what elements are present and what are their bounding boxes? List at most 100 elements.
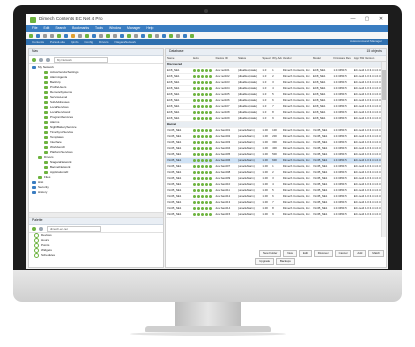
breadcrumb-item[interactable]: Config — [84, 40, 93, 44]
cell-status: {unackAlarm} — [238, 177, 255, 180]
palette-close-icon[interactable] — [39, 226, 43, 231]
status-dot-icon — [193, 159, 197, 162]
status-dot-icon — [193, 93, 197, 96]
add-button[interactable]: Add — [353, 250, 367, 257]
breadcrumb-view-name: Autocommand Manager — [349, 39, 382, 43]
toolbar-tool-icon[interactable] — [190, 33, 194, 38]
breadcrumb-item[interactable]: Ipinfo — [71, 40, 78, 44]
breadcrumb: Contents Pursuit-site Ipinfo Config Drivers N… — [26, 39, 388, 45]
cell-name: VLCB_NE1 — [167, 141, 182, 144]
toolbar-tool-icon[interactable] — [50, 33, 54, 38]
cell-status: {disabled,stale} — [238, 99, 258, 102]
breadcrumb-item[interactable]: Contents — [32, 40, 44, 44]
status-dot-icon — [197, 153, 201, 156]
table-row[interactable]: VLCB_NE1 dev:bac215 {unackAlarm} 1.00 9 Dimec… — [166, 212, 386, 218]
cancel-button[interactable]: Cancel — [334, 250, 352, 257]
forward-icon[interactable] — [39, 57, 43, 62]
toolbar-tool-icon[interactable] — [155, 33, 159, 38]
table-vertical-scrollbar[interactable] — [381, 62, 386, 237]
toolbar-tool-icon[interactable] — [92, 33, 96, 38]
column-header[interactable]: Device ID — [215, 57, 237, 60]
toolbar-tool-icon[interactable] — [120, 33, 124, 38]
refresh-icon[interactable] — [46, 57, 50, 62]
toolbar-tool-icon[interactable] — [78, 33, 82, 38]
back-icon[interactable] — [32, 57, 36, 62]
toolbar-tool-icon[interactable] — [162, 33, 166, 38]
cell-model: VLCB_NE1 — [313, 213, 328, 216]
palette-item[interactable]: Schedules — [29, 253, 163, 258]
toolbar-tool-icon[interactable] — [64, 33, 68, 38]
cell-speed: 1.00 — [262, 159, 268, 162]
column-header[interactable]: Exts — [192, 57, 214, 60]
menu-item-file[interactable]: File — [32, 26, 37, 30]
backups-button[interactable]: Backups — [276, 258, 295, 265]
new-button[interactable]: New — [283, 250, 297, 257]
toolbar-tool-icon[interactable] — [29, 33, 33, 38]
upgrade-button[interactable]: Upgrade — [255, 258, 274, 265]
column-header[interactable]: Name — [166, 57, 192, 60]
status-dot-icon — [197, 201, 201, 204]
menu-item-edit[interactable]: Edit — [43, 26, 49, 30]
toolbar-tool-icon[interactable] — [57, 33, 61, 38]
folder-icon — [32, 66, 36, 69]
menu-item-tools[interactable]: Tools — [95, 26, 103, 30]
cell-addr: 3 — [272, 177, 274, 180]
column-header[interactable]: Speed — [261, 57, 271, 60]
match-button[interactable]: Match — [368, 250, 384, 257]
toolbar-tool-icon[interactable] — [85, 33, 89, 38]
maximize-button[interactable]: ▢ — [360, 17, 374, 22]
edit-button[interactable]: Edit — [298, 250, 312, 257]
toolbar-tool-icon[interactable] — [134, 33, 138, 38]
toolbar-tool-icon[interactable] — [148, 33, 152, 38]
column-header[interactable]: Firmware Rev — [332, 57, 352, 60]
breadcrumb-item[interactable]: NiagaraNetwork — [115, 40, 137, 44]
menu-item-bookmarks[interactable]: Bookmarks — [72, 26, 89, 30]
menu-item-manager[interactable]: Manager — [127, 26, 140, 30]
toolbar-tool-icon[interactable] — [169, 33, 173, 38]
toolbar-tool-icon[interactable] — [43, 33, 47, 38]
toolbar-tool-icon[interactable] — [36, 33, 40, 38]
column-header[interactable]: Vendor — [282, 57, 312, 60]
column-header[interactable]: Model — [312, 57, 332, 60]
status-dot-icon — [193, 153, 197, 156]
column-header[interactable]: Wry Addr — [271, 57, 282, 60]
folder-icon — [44, 126, 48, 129]
discover-button[interactable]: Discover — [313, 250, 333, 257]
status-dot-icon — [201, 147, 205, 150]
nav-search-input[interactable]: My Network — [54, 56, 108, 63]
breadcrumb-item[interactable]: Drivers — [99, 40, 109, 44]
column-header[interactable]: App SW Version — [353, 57, 386, 60]
column-header[interactable]: Status — [237, 57, 261, 60]
status-dot-icon — [193, 189, 197, 192]
toolbar-tool-icon[interactable] — [106, 33, 110, 38]
cell-exts — [192, 81, 214, 84]
cell-firmware: 1.0.3450.5 — [333, 147, 347, 150]
cell-addr: 6 — [272, 195, 274, 198]
toolbar-tool-icon[interactable] — [183, 33, 187, 38]
cell-name: VLCB_NE1 — [167, 147, 182, 150]
scrollbar-thumb[interactable] — [382, 70, 386, 100]
toolbar-tool-icon[interactable] — [113, 33, 117, 38]
cell-addr: 9 — [272, 213, 274, 216]
menu-item-search[interactable]: Search — [55, 26, 66, 30]
close-button[interactable]: ✕ — [374, 17, 388, 22]
breadcrumb-item[interactable]: Pursuit-site — [50, 40, 65, 44]
status-dot-icon — [197, 159, 201, 162]
toolbar-tool-icon[interactable] — [71, 33, 75, 38]
menu-item-window[interactable]: Window — [109, 26, 121, 30]
toolbar-tool-icon[interactable] — [176, 33, 180, 38]
cell-firmware: 1.0.3450.5 — [333, 87, 347, 90]
new-folder-button[interactable]: New Folder — [259, 250, 282, 257]
status-dot-icon — [209, 141, 213, 144]
toolbar-tool-icon[interactable] — [99, 33, 103, 38]
palette-search-input[interactable]: dimech-ec-net — [47, 225, 101, 232]
cell-speed: 1.0 — [262, 105, 267, 108]
menu-item-help[interactable]: Help — [146, 26, 153, 30]
tree-node[interactable]: History — [29, 190, 163, 195]
palette-open-icon[interactable] — [32, 226, 36, 231]
cell-vendor: Dimech Contents, Inc. — [282, 81, 311, 84]
toolbar-tool-icon[interactable] — [141, 33, 145, 38]
cell-status: {disabled,stale} — [238, 81, 258, 84]
toolbar-tool-icon[interactable] — [127, 33, 131, 38]
minimize-button[interactable]: — — [346, 17, 360, 22]
